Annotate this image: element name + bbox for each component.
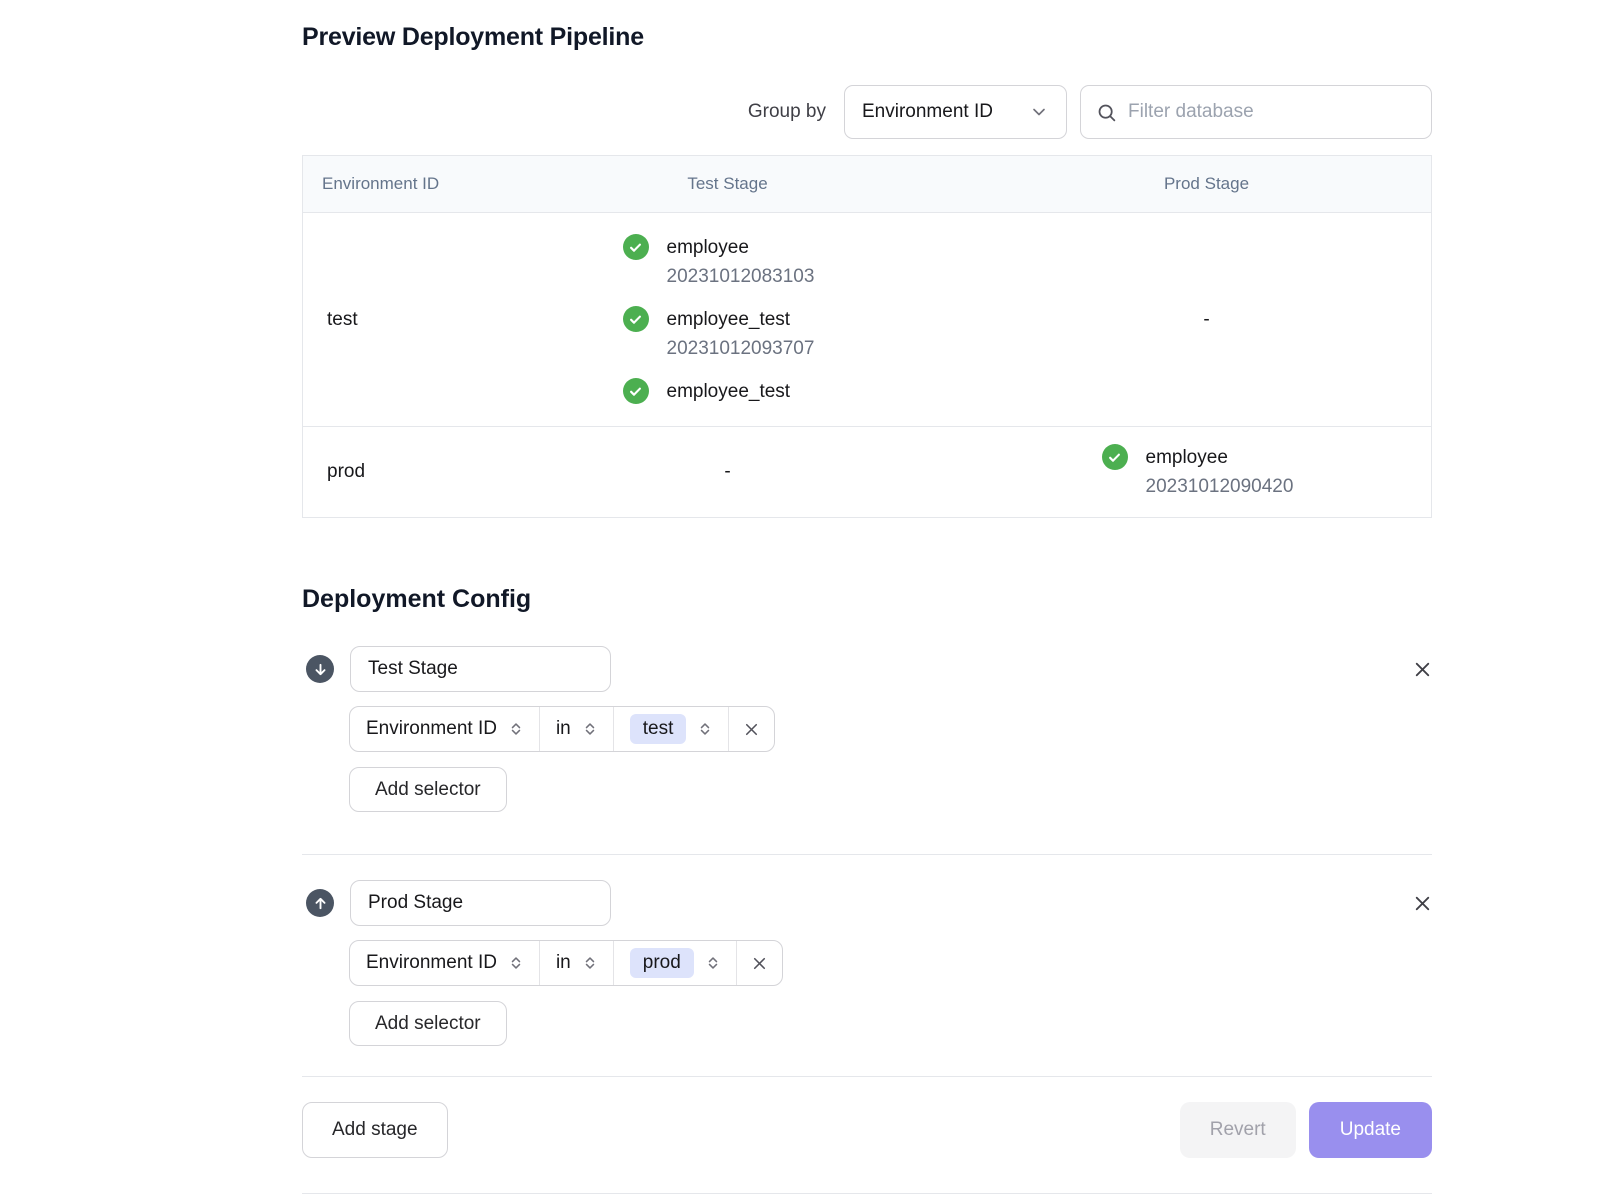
page-title: Preview Deployment Pipeline [302,23,1432,52]
stage-name-input[interactable] [350,646,611,692]
selector-row: Environment ID in test [349,706,1432,752]
chevrons-updown-icon [509,952,523,974]
selector-value-tag: prod [630,948,694,978]
database-name: employee [667,233,815,262]
pipeline-preview-table: Environment ID Test Stage Prod Stage tes… [302,155,1432,518]
selector-operator-value: in [556,718,571,740]
chevron-down-icon [1029,102,1049,122]
database-item: employee 20231012083103 [623,233,833,291]
database-version: 20231012083103 [667,262,815,291]
label-selector: Environment ID in prod [349,940,783,986]
check-circle-icon [623,378,649,404]
test-stage-cell: employee 20231012083103 employee_test 20… [473,233,982,406]
selector-value-select[interactable]: test [613,707,729,751]
table-row: prod - employee 20231012090420 [303,427,1431,517]
stage-name-input[interactable] [350,880,611,926]
label-selector: Environment ID in test [349,706,775,752]
chevrons-updown-icon [706,952,720,974]
stage-config-prod: Environment ID in prod Add selector [302,855,1432,1077]
selector-key-value: Environment ID [366,952,497,974]
database-name: employee [1146,443,1294,472]
selector-value-tag: test [630,714,687,744]
database-name: employee_test [667,377,791,406]
close-icon [1411,892,1434,915]
database-item: employee_test [623,377,833,406]
update-button[interactable]: Update [1309,1102,1432,1158]
database-version: 20231012090420 [1146,472,1294,501]
chevrons-updown-icon [583,718,597,740]
chevrons-updown-icon [583,952,597,974]
database-name: employee_test [667,305,815,334]
group-by-label: Group by [748,101,826,123]
environment-id-cell: prod [303,443,473,501]
remove-selector-button[interactable] [736,941,782,985]
check-circle-icon [623,234,649,260]
check-circle-icon [623,306,649,332]
deployment-pipeline-page: Preview Deployment Pipeline Group by Env… [302,0,1432,1194]
chevrons-updown-icon [509,718,523,740]
close-icon [750,954,769,973]
selector-operator-select[interactable]: in [539,941,613,985]
stage-config-test: Environment ID in test Add selector [302,646,1432,855]
search-icon [1096,102,1117,123]
selector-value-select[interactable]: prod [613,941,736,985]
database-version: 20231012093707 [667,334,815,363]
chevrons-updown-icon [698,718,712,740]
environment-id-cell: test [303,233,473,406]
selector-row: Environment ID in prod [349,940,1432,986]
add-selector-button[interactable]: Add selector [349,1001,507,1046]
pipeline-toolbar: Group by Environment ID [302,85,1432,139]
database-item: employee 20231012090420 [1102,443,1312,501]
table-header-row: Environment ID Test Stage Prod Stage [303,156,1431,213]
remove-stage-button[interactable] [1407,654,1438,688]
group-by-dropdown[interactable]: Environment ID [844,85,1067,139]
selector-key-select[interactable]: Environment ID [350,707,539,751]
column-header-test-stage: Test Stage [473,174,982,194]
empty-stage-placeholder: - [724,461,730,483]
selector-key-value: Environment ID [366,718,497,740]
close-icon [742,720,761,739]
filter-database-searchbox [1080,85,1432,139]
stage-header [302,880,1432,926]
deployment-config-heading: Deployment Config [302,585,1432,613]
revert-button[interactable]: Revert [1180,1102,1296,1158]
database-item: employee_test 20231012093707 [623,305,833,363]
footer-actions: Add stage Revert Update [302,1077,1432,1158]
bottom-divider [302,1193,1432,1194]
selector-key-select[interactable]: Environment ID [350,941,539,985]
selector-operator-value: in [556,952,571,974]
table-row: test employee 20231012083103 employee_te… [303,213,1431,427]
group-by-selected-value: Environment ID [862,101,993,123]
stage-header [302,646,1432,692]
prod-stage-cell: - [982,233,1431,406]
column-header-prod-stage: Prod Stage [982,174,1431,194]
close-icon [1411,658,1434,681]
selector-operator-select[interactable]: in [539,707,613,751]
filter-database-input[interactable] [1128,101,1416,123]
remove-stage-button[interactable] [1407,888,1438,922]
add-stage-button[interactable]: Add stage [302,1102,448,1158]
arrow-up-circle-icon [306,889,334,917]
arrow-down-circle-icon [306,655,334,683]
check-circle-icon [1102,444,1128,470]
remove-selector-button[interactable] [728,707,774,751]
add-selector-button[interactable]: Add selector [349,767,507,812]
save-actions: Revert Update [1180,1102,1432,1158]
prod-stage-cell: employee 20231012090420 [982,443,1431,501]
test-stage-cell: - [473,443,982,501]
column-header-environment-id: Environment ID [303,174,473,194]
empty-stage-placeholder: - [1203,309,1209,331]
